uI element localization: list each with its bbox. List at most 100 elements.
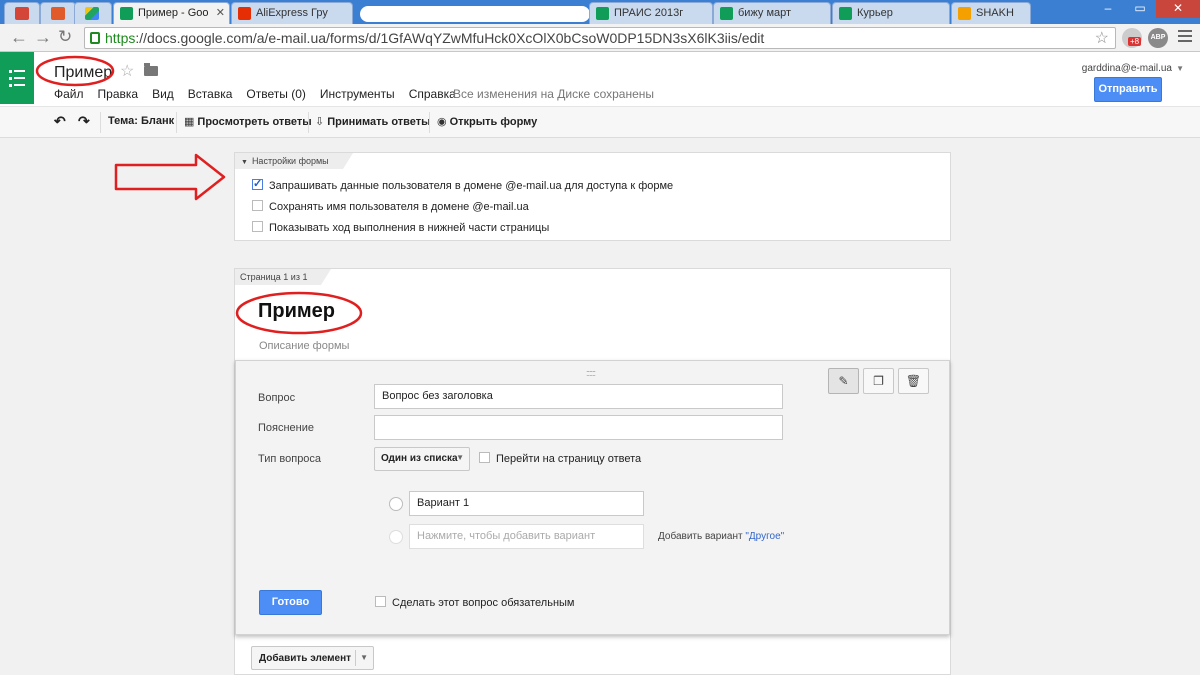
open-form-button[interactable]: ◉ Открыть форму xyxy=(437,115,537,128)
question-label: Вопрос xyxy=(258,392,296,404)
go-to-page-checkbox[interactable] xyxy=(479,452,490,463)
split-divider xyxy=(355,650,356,666)
edit-pencil-icon[interactable]: ✎ xyxy=(828,368,859,394)
go-to-page-option[interactable]: Перейти на страницу ответа xyxy=(479,452,641,465)
question-type-select[interactable]: Один из списка ▼ xyxy=(374,447,470,471)
required-toggle[interactable]: Сделать этот вопрос обязательным xyxy=(375,596,575,609)
setting-label: Сохранять имя пользователя в домене @e-m… xyxy=(269,201,529,213)
annotation-arrow xyxy=(114,153,226,201)
forward-icon[interactable]: → xyxy=(34,28,52,46)
sheets-icon xyxy=(720,7,733,20)
form-description-field[interactable]: Описание формы xyxy=(259,340,349,352)
form-title[interactable]: Пример xyxy=(258,300,335,323)
option-1-input[interactable]: Вариант 1 xyxy=(409,491,644,516)
maximize-icon[interactable]: ▭ xyxy=(1124,0,1156,18)
forms-home-icon[interactable] xyxy=(0,52,34,104)
setting-label: Показывать ход выполнения в нижней части… xyxy=(269,222,550,234)
setting-require-login[interactable]: Запрашивать данные пользователя в домене… xyxy=(252,177,674,192)
dropdown-arrow-icon: ▼ xyxy=(360,653,368,662)
tab-courier[interactable]: Курьер xyxy=(832,2,950,24)
adblock-icon[interactable]: ABP xyxy=(1148,28,1168,48)
add-item-label: Добавить элемент xyxy=(259,653,352,664)
globe-icon: ◉ xyxy=(437,116,447,128)
menu-tools[interactable]: Инструменты xyxy=(320,87,395,101)
form-settings-header[interactable]: ▼ Настройки формы xyxy=(235,153,353,169)
tab-price[interactable]: ПРАИС 2013г xyxy=(589,2,713,24)
duplicate-icon[interactable]: ❐ xyxy=(863,368,894,394)
minimize-icon[interactable]: ‒ xyxy=(1092,0,1124,18)
add-other-option: Добавить вариант "Другое" xyxy=(658,531,784,542)
menu-view[interactable]: Вид xyxy=(152,87,174,101)
save-username-checkbox[interactable] xyxy=(252,200,263,211)
star-icon[interactable]: ☆ xyxy=(120,61,134,81)
tab-drive[interactable] xyxy=(74,2,112,24)
account-email[interactable]: garddina@e-mail.ua ▼ xyxy=(1082,63,1184,74)
tab-forms-active[interactable]: Пример - Goo ✕ xyxy=(113,2,230,24)
back-icon[interactable]: ← xyxy=(10,28,28,46)
collapse-triangle-icon: ▼ xyxy=(241,159,248,166)
done-button[interactable]: Готово xyxy=(259,590,322,615)
tab-shakh[interactable]: SHAKH xyxy=(951,2,1031,24)
tab-aliexpress[interactable]: AliExpress Гру xyxy=(231,2,353,24)
radio-icon xyxy=(389,497,403,511)
folder-icon[interactable] xyxy=(144,63,158,76)
lock-icon xyxy=(90,32,100,44)
url-text: ://docs.google.com/a/e-mail.ua/forms/d/1… xyxy=(135,30,765,46)
required-label: Сделать этот вопрос обязательным xyxy=(392,597,575,609)
extension-icon[interactable]: +8 xyxy=(1122,28,1142,48)
trash-icon[interactable]: 🗑 xyxy=(898,368,929,394)
setting-label: Запрашивать данные пользователя в домене… xyxy=(269,180,674,192)
editor-toolbar: ↶ ↷ Тема: Бланк ▦ Просмотреть ответы ⇩ При… xyxy=(0,107,1200,138)
dropdown-arrow-icon: ▼ xyxy=(456,453,464,462)
menu-bar: Файл Правка Вид Вставка Ответы (0) Инстр… xyxy=(54,87,470,101)
help-text-input[interactable] xyxy=(374,415,783,440)
view-responses-button[interactable]: ▦ Просмотреть ответы xyxy=(184,115,312,128)
add-item-button[interactable]: Добавить элемент ▼ xyxy=(251,646,374,670)
add-other-prefix: Добавить вариант xyxy=(658,531,743,542)
toolbar-divider xyxy=(176,112,177,133)
add-other-link[interactable]: "Другое" xyxy=(745,531,784,542)
address-bar[interactable]: https://docs.google.com/a/e-mail.ua/form… xyxy=(84,27,1116,49)
browser-tab-strip: Пример - Goo ✕ AliExpress Гру ПРАИС 2013… xyxy=(0,0,1200,24)
setting-show-progress[interactable]: Показывать ход выполнения в нижней части… xyxy=(252,221,549,234)
require-login-checkbox[interactable] xyxy=(252,177,263,190)
gmail-icon xyxy=(15,7,29,20)
tab-label: ПРАИС 2013г xyxy=(614,7,684,19)
accept-responses-label: Принимать ответы xyxy=(327,116,431,128)
show-progress-checkbox[interactable] xyxy=(252,221,263,232)
document-title[interactable]: Пример xyxy=(54,64,112,82)
setting-save-username[interactable]: Сохранять имя пользователя в домене @e-m… xyxy=(252,200,529,213)
menu-edit[interactable]: Правка xyxy=(98,87,139,101)
tab-red-app[interactable] xyxy=(40,2,76,24)
redo-icon[interactable]: ↷ xyxy=(78,113,90,130)
forms-icon xyxy=(120,7,133,20)
browser-menu-icon[interactable] xyxy=(1178,30,1192,44)
reload-icon[interactable]: ↻ xyxy=(58,28,72,46)
required-checkbox[interactable] xyxy=(375,596,386,607)
toolbar-divider xyxy=(308,112,309,133)
toolbar-divider xyxy=(100,112,101,133)
question-title-input[interactable]: Вопрос без заголовка xyxy=(374,384,783,409)
drag-handle-icon[interactable]: :::::: xyxy=(586,368,596,378)
accept-responses-button[interactable]: ⇩ Принимать ответы xyxy=(315,115,431,128)
menu-help[interactable]: Справка xyxy=(409,87,456,101)
add-option-input[interactable]: Нажмите, чтобы добавить вариант xyxy=(409,524,644,549)
tab-label: AliExpress Гру xyxy=(256,7,328,19)
bookmark-star-icon[interactable]: ☆ xyxy=(1095,28,1109,48)
menu-insert[interactable]: Вставка xyxy=(188,87,233,101)
grid-icon: ▦ xyxy=(184,116,195,128)
question-type-label: Тип вопроса xyxy=(258,453,322,465)
menu-file[interactable]: Файл xyxy=(54,87,84,101)
question-actions: ✎ ❐ 🗑 xyxy=(824,368,929,394)
undo-icon[interactable]: ↶ xyxy=(54,113,66,130)
go-to-page-label: Перейти на страницу ответа xyxy=(496,453,642,465)
browser-toolbar: ← → ↻ https://docs.google.com/a/e-mail.u… xyxy=(0,24,1200,52)
close-tab-icon[interactable]: ✕ xyxy=(216,6,225,19)
question-editor: :::::: ✎ ❐ 🗑 Вопрос Вопрос без заголовка… xyxy=(235,360,950,635)
close-window-icon[interactable]: ✕ xyxy=(1156,0,1200,18)
send-button[interactable]: Отправить xyxy=(1094,77,1162,102)
theme-button[interactable]: Тема: Бланк xyxy=(108,115,174,127)
tab-gmail[interactable] xyxy=(4,2,40,24)
tab-bizhu[interactable]: бижу март xyxy=(713,2,831,24)
menu-responses[interactable]: Ответы (0) xyxy=(246,87,305,101)
